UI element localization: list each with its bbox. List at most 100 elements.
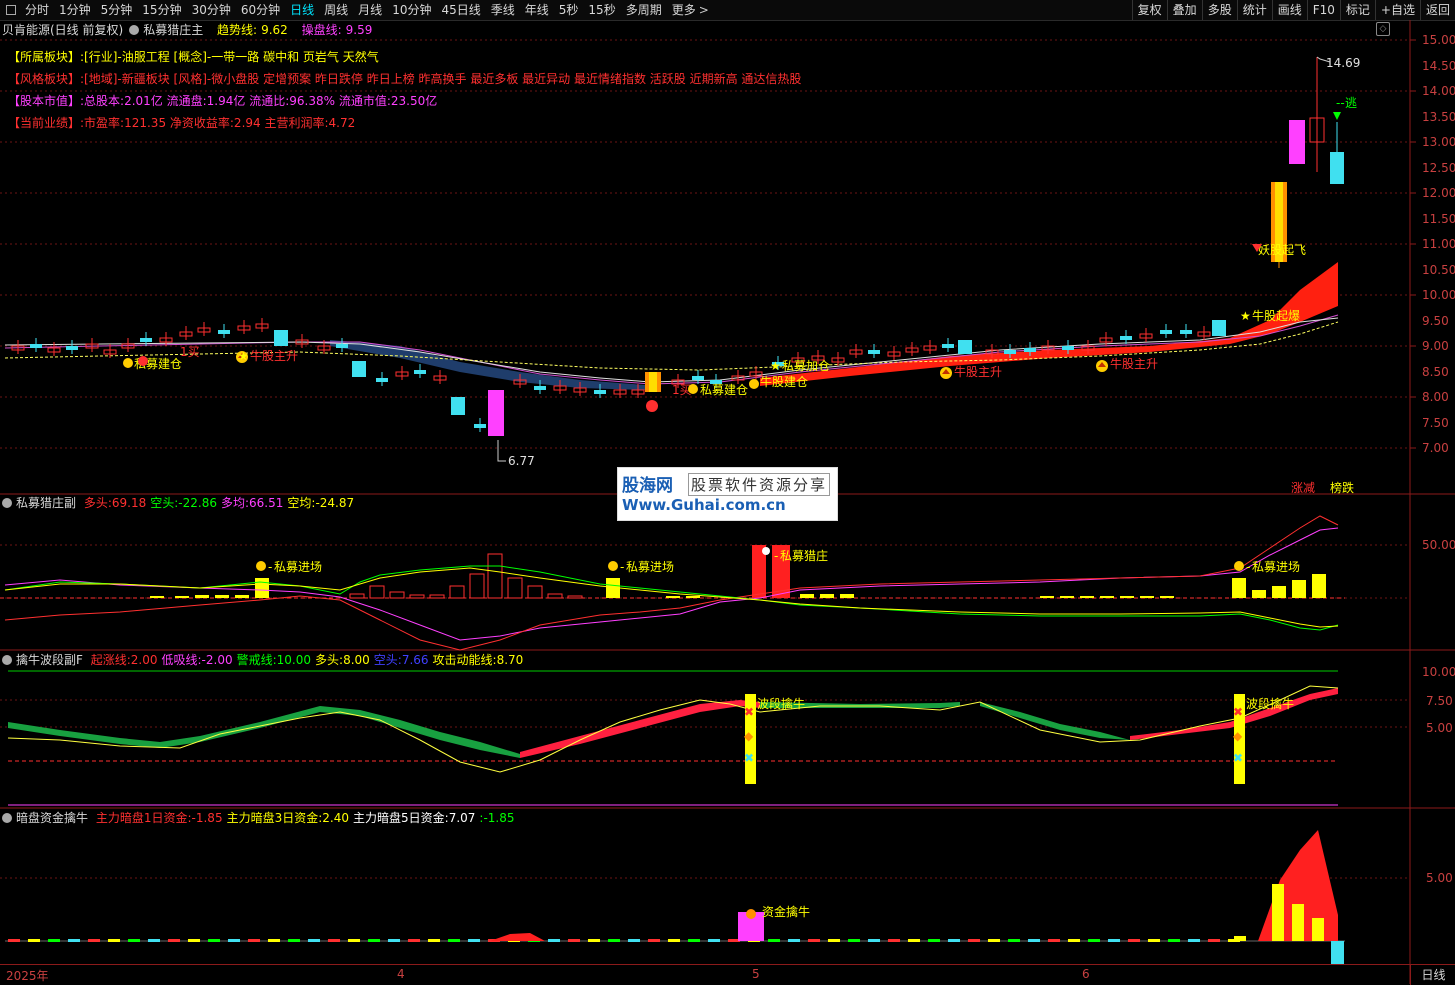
- period-indicator[interactable]: 日线: [1410, 964, 1455, 985]
- time-label-jun: 6: [1082, 967, 1090, 981]
- panel4-field-label: 主力暗盘1日资金:: [95, 811, 192, 825]
- time-label-may: 5: [752, 967, 760, 981]
- panel4-field-label: 主力暗盘5日资金:: [353, 811, 449, 825]
- y-tick: 12.50: [1422, 160, 1455, 175]
- panel2-field-value: 69.18: [111, 496, 147, 510]
- panel2-field-label: 空均:: [287, 496, 316, 510]
- panel2-field-value: 66.51: [249, 496, 284, 510]
- bull-build-signal: 牛股建仓: [760, 374, 808, 389]
- y-tick: 10.50: [1422, 262, 1455, 277]
- panel4-field-value: 7.07: [448, 811, 476, 825]
- panel3-y-tick-2: 7.50: [1426, 694, 1453, 708]
- private-fund-build-signal-2: 私募建仓: [700, 383, 748, 397]
- y-tick: 10.00: [1422, 288, 1455, 302]
- panel2-field-value: -22.86: [178, 496, 217, 510]
- svg-text:-: -: [620, 560, 624, 574]
- panel3-field-value: 7.66: [401, 653, 429, 667]
- time-axis: 2025年 4 5 6: [0, 964, 1410, 985]
- panel4-field-label: 主力暗盘3日资金:: [226, 811, 323, 825]
- svg-text:-: -: [1246, 560, 1250, 574]
- panel3-field-value: 2.00: [130, 653, 158, 667]
- panel3-field-value: -2.00: [201, 653, 233, 667]
- y-tick: 7.50: [1422, 415, 1449, 430]
- svg-text:◆: ◆: [1233, 729, 1243, 743]
- y-tick: 14.00: [1422, 84, 1455, 98]
- svg-text:-: -: [268, 560, 272, 574]
- panel2-field-label: 多均:: [220, 496, 250, 510]
- svg-text:✖: ✖: [1233, 751, 1243, 765]
- y-tick: 12.00: [1422, 186, 1455, 200]
- private-entry-signal-3: 私募进场: [1252, 560, 1300, 574]
- y-tick: 9.00: [1422, 339, 1449, 353]
- low-price-label: 6.77: [508, 454, 535, 468]
- svg-text:★: ★: [238, 349, 249, 363]
- panel4-field-value: -1.85: [191, 811, 223, 825]
- panel3-field-value: 10.00: [276, 653, 312, 667]
- watermark-line2: Www.Guhai.com.cn: [622, 496, 786, 514]
- y-tick: 11.00: [1422, 237, 1455, 251]
- panel4-title-bar: 暗盘资金擒牛 主力暗盘1日资金:-1.85 主力暗盘3日资金:2.40 主力暗盘5日…: [0, 810, 519, 826]
- bull-rise-signal-2: 牛股主升: [954, 364, 1002, 379]
- demon-stock-signal: 妖股起飞: [1258, 243, 1306, 257]
- panel3-field-label: 多头:: [315, 653, 344, 667]
- private-fund-add-signal: 私募加仓: [782, 359, 830, 373]
- panel3-title-bar: 擒牛波段副F 起涨线:2.00 低吸线:-2.00 警戒线:10.00 多头:8.00…: [0, 652, 527, 668]
- y-tick: 9.50: [1422, 313, 1449, 328]
- svg-text:--: --: [1336, 96, 1345, 110]
- escape-signal: 逃: [1345, 96, 1357, 110]
- panel2-title-bar: 私募猎庄副 多头:69.18 空头:-22.86 多均:66.51 空均:-24.87: [0, 495, 358, 511]
- wave-bull-signal-2: 波段擒牛: [1246, 696, 1294, 711]
- y-tick: 13.50: [1422, 109, 1455, 124]
- svg-text:✖: ✖: [744, 705, 754, 719]
- rank-label-1[interactable]: 涨减: [1291, 479, 1315, 496]
- time-label-apr: 4: [397, 967, 405, 981]
- fund-bull-signal: 资金擒牛: [762, 904, 810, 919]
- high-price-label: 14.69: [1326, 56, 1360, 70]
- panel2-field-value: -24.87: [315, 496, 355, 510]
- rank-label-2[interactable]: 榜跌: [1330, 479, 1354, 496]
- gear-icon[interactable]: [2, 813, 12, 823]
- time-label-year: 2025年: [6, 969, 49, 983]
- panel3-field-label: 空头:: [373, 653, 402, 667]
- panel3-y-tick-1: 10.00: [1422, 665, 1455, 679]
- panel2-field-label: 空头:: [150, 496, 179, 510]
- svg-text:-: -: [774, 549, 778, 563]
- panel4-name[interactable]: 暗盘资金擒牛: [16, 811, 88, 825]
- svg-text:◆: ◆: [744, 729, 754, 743]
- svg-text:★: ★: [770, 359, 781, 373]
- gear-icon[interactable]: [2, 498, 12, 508]
- svg-text:✖: ✖: [1233, 705, 1243, 719]
- y-tick: 15.00: [1422, 33, 1455, 47]
- y-tick: 13.00: [1422, 135, 1455, 149]
- y-tick: 8.50: [1422, 364, 1449, 379]
- panel2-field-label: 多头:: [83, 496, 112, 510]
- svg-text:✖: ✖: [744, 751, 754, 765]
- panel2-y-tick: 50.00: [1422, 538, 1455, 552]
- panel3-name[interactable]: 擒牛波段副F: [16, 653, 83, 667]
- panel3-field-label: 低吸线:: [161, 653, 202, 667]
- panel4-field-value: -1.85: [483, 811, 515, 825]
- panel4-y-tick: 5.00: [1426, 871, 1453, 885]
- private-hunt-signal: 私募猎庄: [780, 548, 828, 563]
- panel3-field-label: 攻击动能线:: [432, 653, 497, 667]
- panel4-field-value: 2.40: [322, 811, 349, 825]
- panel3-field-label: 警戒线:: [236, 653, 277, 667]
- bull-rise-signal-1: 牛股主升: [250, 348, 298, 363]
- watermark-logo: 股海网 股票软件资源分享 Www.Guhai.com.cn: [617, 467, 838, 521]
- panel3-field-value: 8.70: [496, 653, 524, 667]
- watermark-line1: 股海网: [622, 476, 673, 496]
- y-tick: 11.50: [1422, 211, 1455, 226]
- buy1-signal: 1买: [180, 345, 200, 359]
- wave-bull-signal-1: 波段擒牛: [757, 696, 805, 711]
- gear-icon[interactable]: [2, 655, 12, 665]
- private-entry-signal-1: 私募进场: [274, 560, 322, 574]
- bull-rise-signal-3: 牛股主升: [1110, 356, 1158, 371]
- private-entry-signal-2: 私募进场: [626, 560, 674, 574]
- panel2-name[interactable]: 私募猎庄副: [16, 496, 76, 510]
- y-tick: 8.00: [1422, 390, 1449, 404]
- y-tick: 14.50: [1422, 58, 1455, 73]
- y-tick: 7.00: [1422, 441, 1449, 455]
- panel3-field-label: 起涨线:: [90, 653, 131, 667]
- panel3-field-value: 8.00: [343, 653, 370, 667]
- svg-text:★: ★: [1240, 309, 1251, 323]
